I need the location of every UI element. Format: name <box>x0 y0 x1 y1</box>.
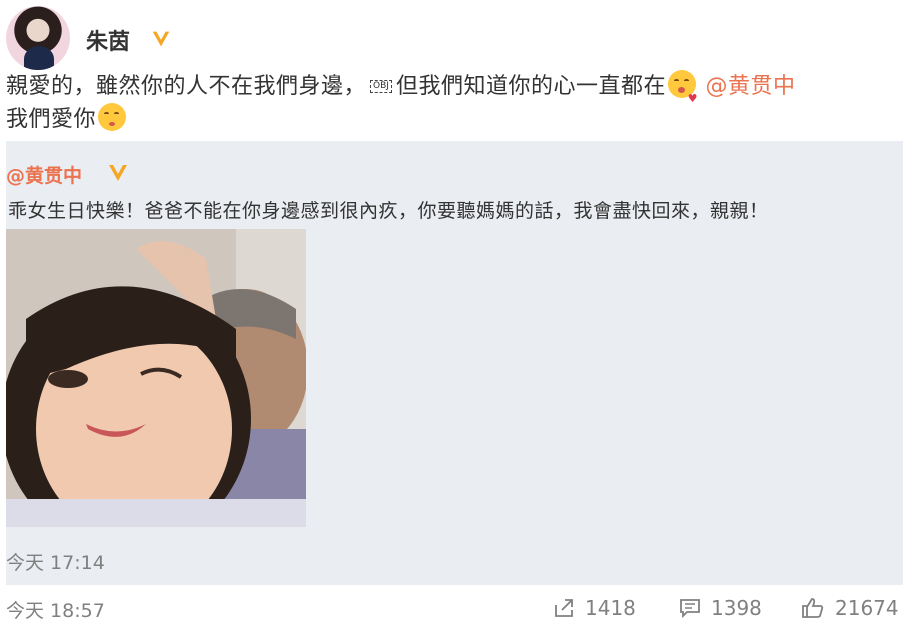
comment-button[interactable]: 1398 <box>679 594 762 622</box>
photo-image <box>6 229 306 527</box>
post-footer: 今天 18:57 1418 1398 21674 <box>0 592 911 628</box>
repost-text: 乖女生日快樂！爸爸不能在你身邊感到很內疚，你要聽媽媽的話，我會盡快回來，親親！ <box>8 200 769 222</box>
avatar[interactable] <box>6 6 70 70</box>
share-icon <box>555 599 573 617</box>
share-button[interactable]: 1418 <box>553 594 636 622</box>
kiss-wink-emoji-icon: ♥ <box>667 70 697 105</box>
thumbs-up-icon <box>802 598 824 618</box>
repost-author-link[interactable]: @黄贯中 <box>6 161 82 188</box>
like-button[interactable]: 21674 <box>801 594 899 622</box>
post-header: 朱茵 <box>6 6 406 70</box>
blush-emoji-icon <box>98 103 127 131</box>
repost-card: @黄贯中 乖女生日快樂！爸爸不能在你身邊感到很內疚，你要聽媽媽的話，我會盡快回來… <box>6 141 903 585</box>
verified-icon <box>109 165 127 181</box>
post-text-line2: 我們愛你 <box>6 107 97 132</box>
post-text-part1: 親愛的，雖然你的人不在我們身邊， <box>6 74 367 99</box>
post-text: 親愛的，雖然你的人不在我們身邊， OBJ 但我們知道你的心一直都在 ♥ @黄贯中 我們… <box>6 70 901 136</box>
mention-link[interactable]: @黄贯中 <box>705 74 795 99</box>
verified-icon <box>152 31 170 47</box>
author-name[interactable]: 朱茵 <box>86 24 130 56</box>
comment-count: 1398 <box>711 596 762 620</box>
object-placeholder: OBJ <box>370 80 392 93</box>
like-count: 21674 <box>835 596 899 620</box>
post-text-part2: 但我們知道你的心一直都在 <box>395 74 666 99</box>
comment-icon <box>680 599 700 619</box>
repost-timestamp[interactable]: 今天 17:14 <box>6 548 105 575</box>
repost-photo[interactable] <box>6 229 306 527</box>
post-timestamp[interactable]: 今天 18:57 <box>6 596 105 623</box>
share-count: 1418 <box>585 596 636 620</box>
